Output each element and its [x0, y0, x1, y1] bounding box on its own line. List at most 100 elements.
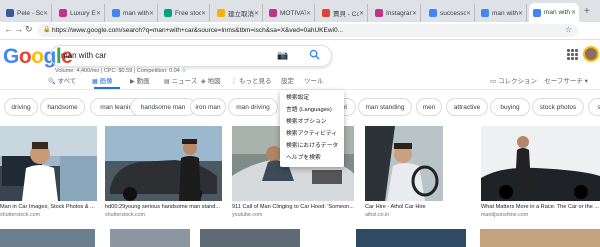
browser-tab[interactable]: 建立取消 ✕ — [213, 4, 263, 22]
dropdown-item[interactable]: 検索設定 — [280, 92, 344, 104]
tab-close-icon[interactable]: ✕ — [466, 10, 471, 17]
search-query[interactable]: man with car — [61, 51, 106, 60]
tab-close-icon[interactable]: ✕ — [571, 9, 576, 16]
result-image-5[interactable] — [481, 126, 600, 201]
browser-tab[interactable]: MOTIVAT ✕ — [265, 4, 315, 22]
browser-tab[interactable]: successo ✕ — [425, 4, 475, 22]
collection-link[interactable]: コレクション — [498, 78, 537, 85]
keyword-volume-text: Volume: 4,400/mo | CPC: $0.59 | Competit… — [55, 68, 187, 74]
search-icon[interactable] — [309, 49, 320, 60]
collection-icon: ▭ — [490, 78, 497, 85]
dropdown-item[interactable]: 言語 (Languages) — [280, 104, 344, 116]
tab-close-icon[interactable]: ✕ — [96, 10, 101, 17]
tab-favicon-icon — [533, 8, 541, 17]
avatar[interactable] — [583, 46, 599, 62]
tab-label: man with — [544, 9, 571, 16]
tab-label: すべて — [57, 78, 77, 85]
tab-tools[interactable]: ツール — [304, 75, 324, 85]
result-image-10[interactable] — [480, 229, 600, 247]
tab-close-icon[interactable]: ✕ — [518, 10, 523, 17]
tab-close-icon[interactable]: ✕ — [412, 10, 417, 17]
search-icon: 🔍 — [48, 79, 56, 85]
dropdown-item[interactable]: 検索アクティビティ — [280, 128, 344, 140]
forward-arrow-icon[interactable]: → — [14, 24, 23, 34]
result-image-6[interactable] — [0, 229, 95, 247]
video-icon: ▶ — [130, 79, 135, 85]
tab-label: ニュース — [171, 78, 198, 85]
chip-driving[interactable]: driving — [4, 98, 38, 116]
reload-icon[interactable]: ↻ — [25, 24, 33, 35]
tab-close-icon[interactable]: ✕ — [43, 10, 48, 17]
browser-tab[interactable]: Instagran ✕ — [371, 4, 421, 22]
browser-tab[interactable]: Free stoc ✕ — [160, 4, 210, 22]
chip-man-driving[interactable]: man driving — [228, 98, 278, 116]
tab-label: man with — [123, 9, 149, 17]
tab-label: 設定 — [281, 78, 294, 85]
tab-image[interactable]: ▦ 画像 — [92, 75, 113, 85]
chip-handsome[interactable]: handsome — [40, 98, 85, 116]
safesearch-link[interactable]: セーフサーチ — [544, 78, 583, 85]
back-arrow-icon[interactable]: ← — [4, 24, 13, 34]
tab-label: Free stoc — [175, 9, 201, 17]
result-image-8[interactable] — [200, 229, 300, 247]
tab-favicon-icon — [217, 9, 225, 17]
result-caption-3[interactable]: 911 Call of Man Clinging to Car Hood: 'S… — [232, 204, 354, 210]
tab-label: Pele - Sc — [17, 9, 43, 17]
tab-map[interactable]: ◈ 地図 — [201, 75, 221, 85]
tab-label: 画像 — [99, 78, 113, 85]
result-caption-4[interactable]: Car Hire - Athol Car Hire — [365, 204, 443, 210]
chip-standin[interactable]: standin — [588, 98, 600, 116]
chip-stock-photos[interactable]: stock photos — [532, 98, 584, 116]
chip-iron-man[interactable]: iron man — [190, 98, 226, 116]
browser-tab[interactable]: man with ✕ — [529, 3, 579, 22]
result-image-4[interactable] — [365, 126, 443, 201]
chip-man-standing[interactable]: man standing — [358, 98, 412, 116]
chip-attractive[interactable]: attractive — [446, 98, 488, 116]
tab-close-icon[interactable]: ✕ — [201, 10, 206, 17]
tab-favicon-icon — [164, 9, 172, 17]
result-source-4: athol.co.in — [365, 212, 390, 218]
tab-video[interactable]: ▶ 動画 — [130, 75, 150, 85]
camera-icon[interactable]: 📷 — [277, 50, 288, 61]
tab-settings[interactable]: 設定 — [281, 75, 294, 85]
dropdown-item[interactable]: ヘルプを検索 — [280, 152, 344, 164]
chip-men[interactable]: men — [416, 98, 442, 116]
tab-news[interactable]: ▤ ニュース — [164, 75, 197, 85]
result-image-7[interactable] — [110, 229, 190, 247]
result-caption-1[interactable]: Man in Car Images, Stock Photos & ... — [0, 204, 97, 210]
browser-toolbar: ← → ↻ 🔒 https://www.google.com/search?q=… — [0, 22, 600, 40]
browser-tab-strip: Pele - Sc ✕ Luxury E ✕ man with ✕ Free stoc ✕ 建立… — [0, 0, 600, 22]
image-icon: ▦ — [92, 79, 98, 85]
tab-close-icon[interactable]: ✕ — [359, 10, 364, 17]
browser-tab[interactable]: 賣貝 - Co ✕ — [318, 4, 368, 22]
dropdown-item[interactable]: 検索オプション — [280, 116, 344, 128]
dropdown-item[interactable]: 検索におけるデータ — [280, 140, 344, 152]
result-image-2[interactable] — [105, 126, 222, 201]
apps-grid-icon[interactable] — [567, 49, 578, 60]
result-source-2: shutterstock.com — [105, 212, 146, 218]
browser-tab[interactable]: man with ✕ — [108, 4, 158, 22]
chevron-down-icon[interactable]: ▾ — [585, 78, 588, 85]
chip-handsome-man[interactable]: handsome man — [130, 98, 196, 116]
tab-close-icon[interactable]: ✕ — [306, 10, 311, 17]
chip-buying[interactable]: buying — [490, 98, 530, 116]
search-box[interactable]: man with car 📷 — [50, 45, 332, 67]
tab-favicon-icon — [429, 9, 437, 17]
tab-more[interactable]: ⋮ もっと見る — [231, 75, 272, 85]
bookmark-star-icon[interactable]: ☆ — [565, 25, 572, 34]
tab-close-icon[interactable]: ✕ — [254, 10, 259, 17]
browser-tab[interactable]: man with ✕ — [477, 4, 527, 22]
browser-tab[interactable]: Pele - Sc ✕ — [2, 4, 52, 22]
result-image-1[interactable] — [0, 126, 97, 201]
tab-favicon-icon — [322, 9, 330, 17]
tab-search[interactable]: 🔍 すべて — [48, 75, 76, 85]
result-image-9[interactable] — [356, 229, 466, 247]
tab-label: 賣貝 - Co — [333, 11, 359, 18]
tab-close-icon[interactable]: ✕ — [149, 10, 154, 17]
result-caption-2[interactable]: hd00:29young serious handsome man stand.… — [105, 204, 222, 210]
result-caption-5[interactable]: What Matters More in a Race: The Car or … — [481, 204, 600, 210]
address-bar[interactable]: 🔒 https://www.google.com/search?q=man+wi… — [38, 24, 578, 37]
new-tab-plus-icon[interactable]: + — [584, 6, 590, 17]
tab-label: Luxury E — [70, 9, 96, 17]
browser-tab[interactable]: Luxury E ✕ — [55, 4, 105, 22]
